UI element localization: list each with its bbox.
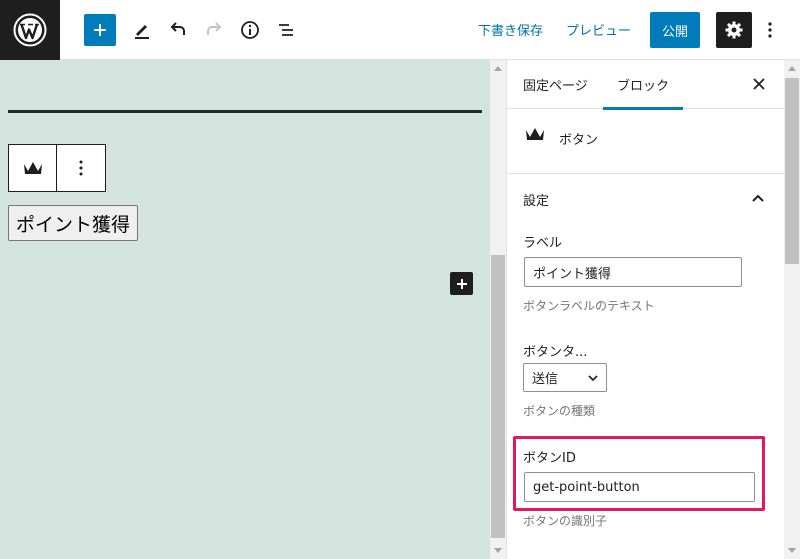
list-view-icon [279,24,293,36]
pencil-icon [135,25,149,39]
settings-button[interactable] [716,12,752,48]
highlight-box [513,436,765,511]
label-input[interactable]: ポイント獲得 [524,257,742,287]
redo-icon [207,22,222,35]
block-options-button[interactable] [57,145,105,191]
editor-header: 下書き保存 プレビュー 公開 [0,0,800,60]
button-type-select[interactable]: 送信 [523,363,607,392]
type-field-label: ボタンタ... [523,345,588,360]
info-icon [241,21,259,39]
sidebar-scrollbar-thumb[interactable] [785,78,799,264]
crown-icon [23,162,42,174]
point-button-block[interactable]: ポイント獲得 [8,205,139,241]
settings-panel-title[interactable]: 設定 [523,190,549,209]
sidebar-tabs: 固定ページ ブロック [507,60,784,110]
block-toolbar [8,144,106,192]
publish-button[interactable]: 公開 [650,12,700,48]
type-field-help: ボタンの種類 [523,404,596,418]
list-view-button[interactable] [270,14,302,46]
undo-icon [170,22,185,35]
collapse-panel-button[interactable] [750,190,766,206]
id-field-help: ボタンの識別子 [523,514,608,528]
chevron-up-icon [752,194,764,202]
more-vertical-icon [768,22,772,38]
close-icon [753,78,765,90]
wordpress-logo-icon[interactable] [0,0,60,60]
gear-icon [725,21,743,39]
options-button[interactable] [758,14,782,46]
button-type-selected: 送信 [532,372,559,387]
scroll-up-arrow[interactable] [788,66,796,71]
redo-button[interactable] [198,14,230,46]
plus-icon [94,24,106,36]
tab-page[interactable]: 固定ページ [523,60,588,109]
label-field-label: ラベル [523,236,563,251]
tab-block[interactable]: ブロック [603,60,684,110]
canvas-scrollbar[interactable] [490,60,506,559]
block-card-title: ボタン [559,133,599,148]
more-vertical-icon [79,160,83,176]
block-card: ボタン [507,109,784,174]
save-draft-button[interactable]: 下書き保存 [478,20,543,39]
block-type-button[interactable] [9,145,57,191]
canvas-scrollbar-thumb[interactable] [491,255,505,538]
sidebar-scrollbar[interactable] [784,60,800,559]
scroll-down-arrow[interactable] [494,548,502,553]
block-inserter-button[interactable] [450,272,473,295]
editor-canvas[interactable]: ポイント獲得 [0,60,490,559]
preview-button[interactable]: プレビュー [566,20,631,39]
chevron-down-icon [588,374,598,381]
edit-tool-button[interactable] [126,14,158,46]
plus-icon [456,278,467,289]
scroll-down-arrow[interactable] [788,548,796,553]
close-sidebar-button[interactable] [747,72,771,96]
scroll-up-arrow[interactable] [494,66,502,71]
details-button[interactable] [234,14,266,46]
add-block-button[interactable] [84,14,116,46]
crown-icon [526,128,544,140]
undo-button[interactable] [162,14,194,46]
separator-block[interactable] [8,110,482,113]
label-field-help: ボタンラベルのテキスト [523,299,655,313]
